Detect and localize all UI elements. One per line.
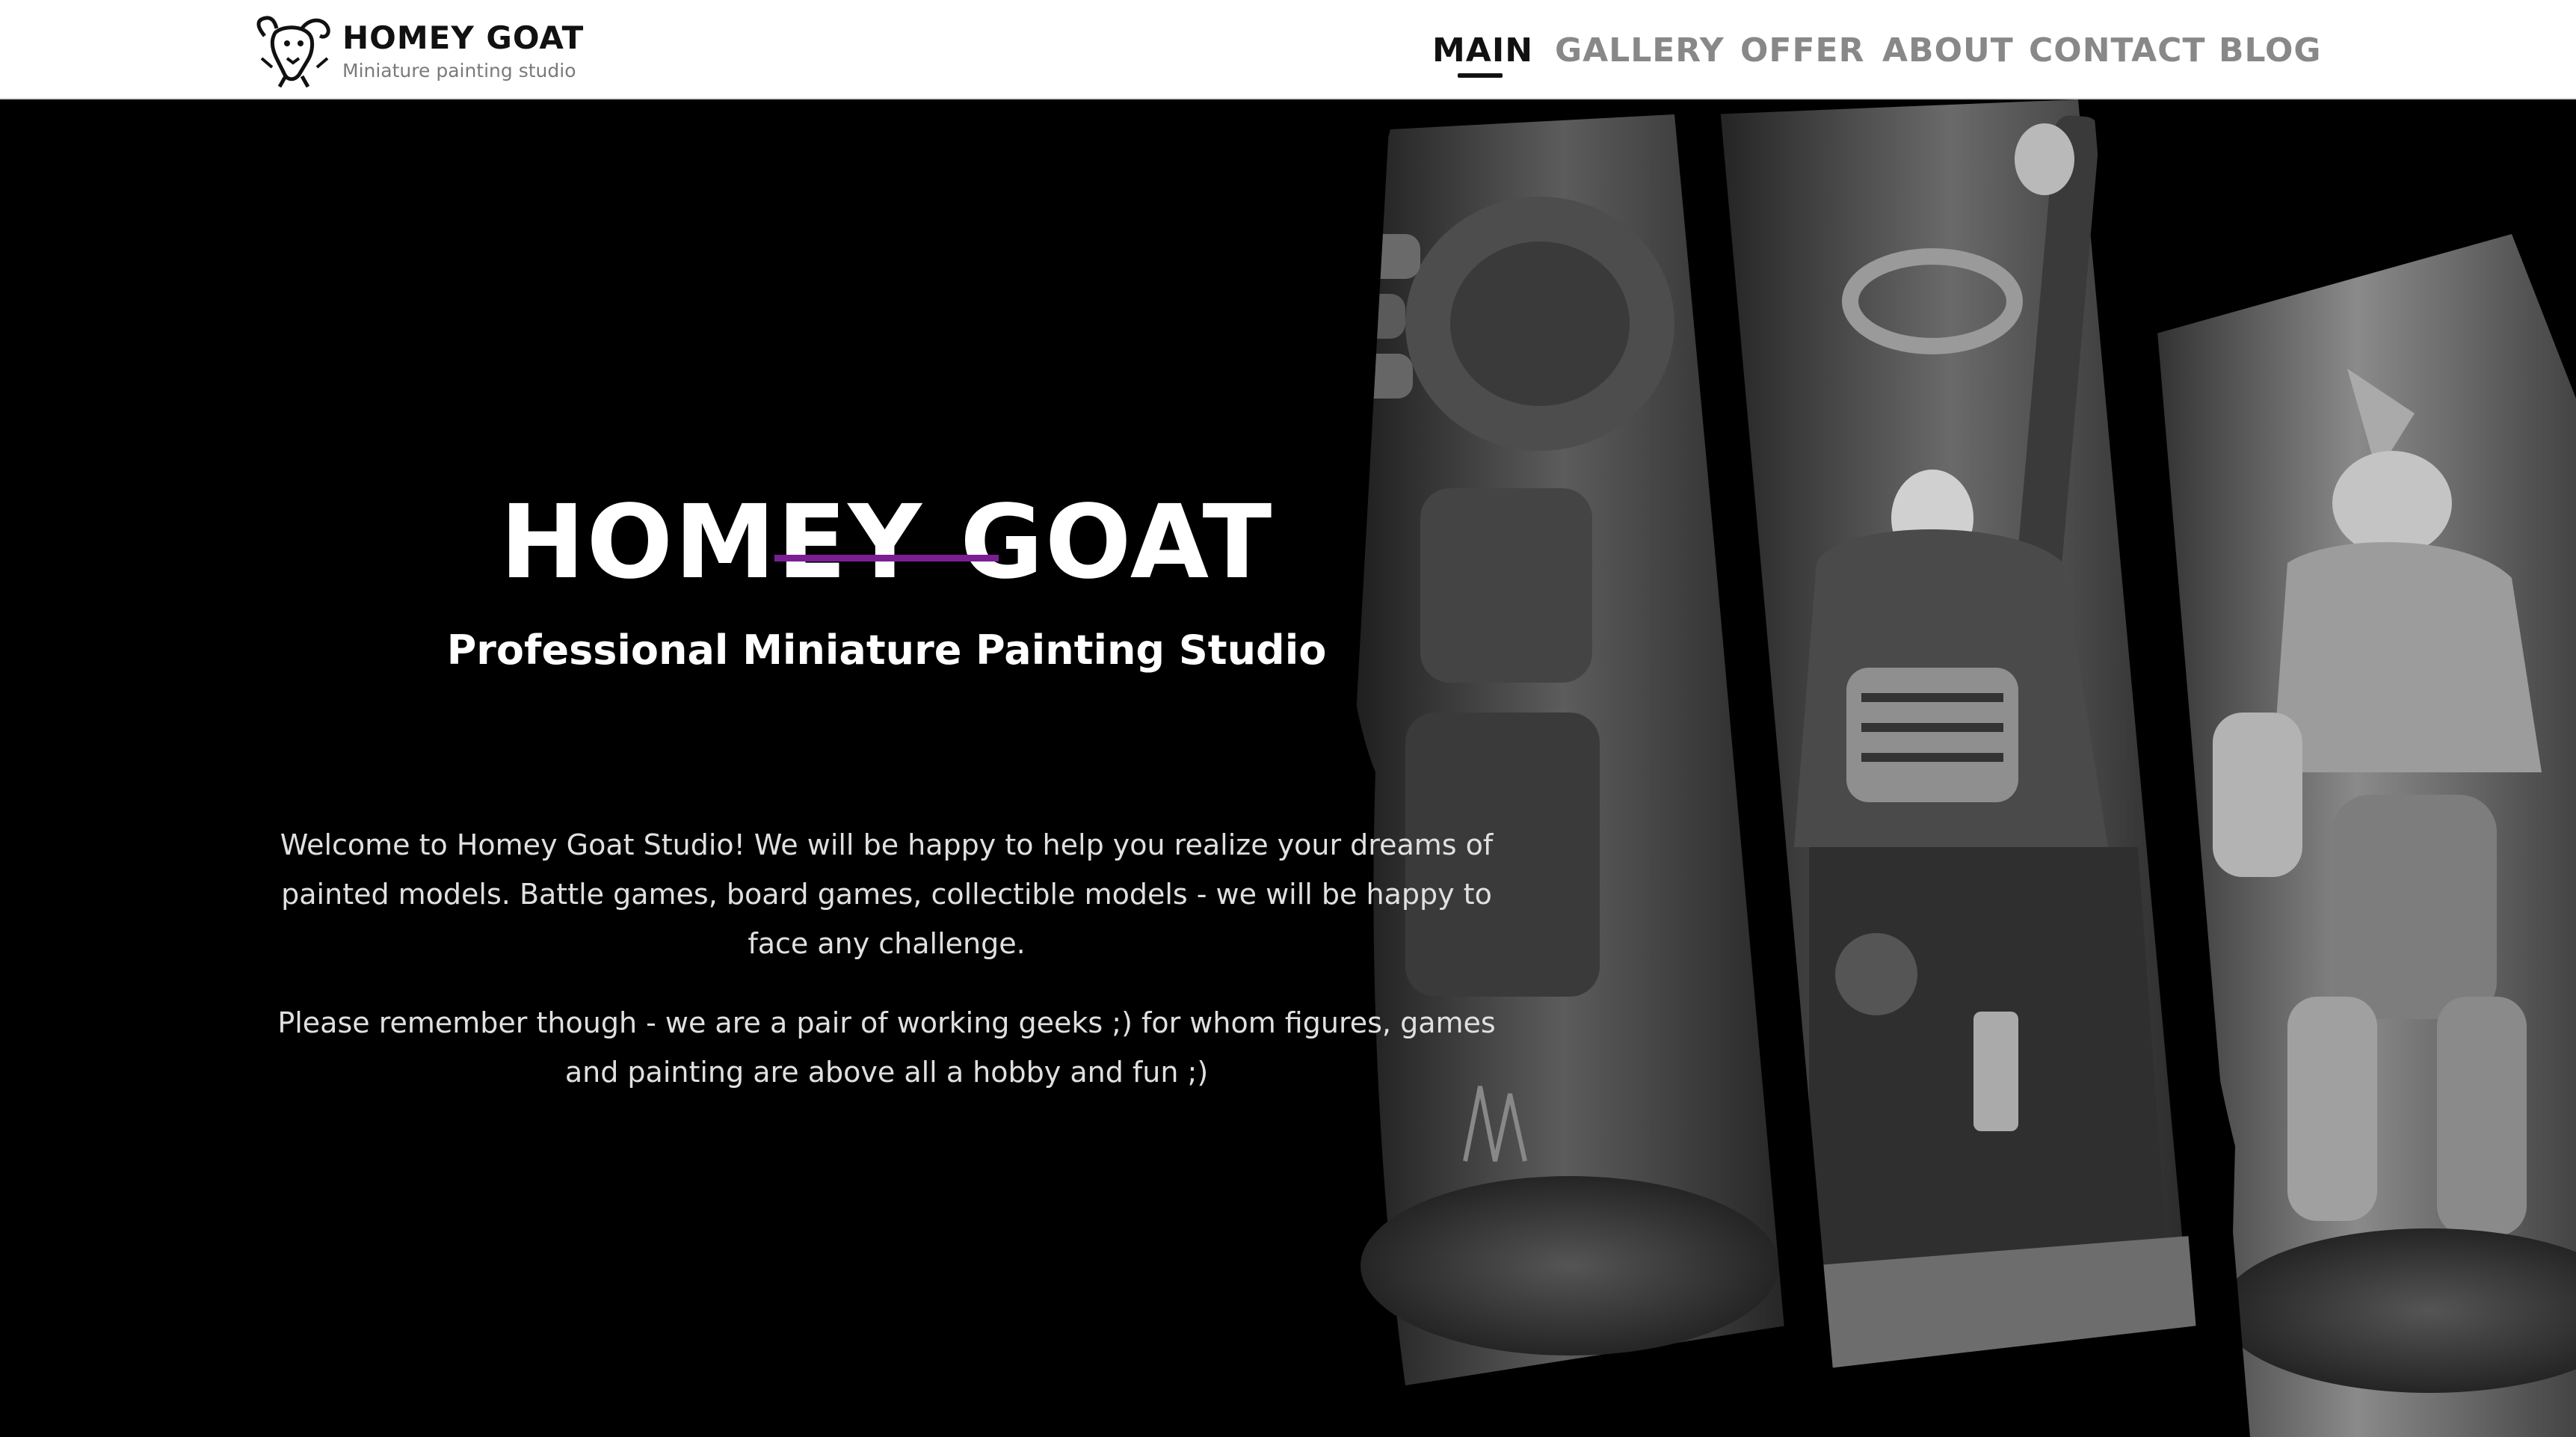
title-accent-divider: [774, 555, 999, 561]
nav-item-about[interactable]: ABOUT: [1882, 28, 2014, 73]
main-nav: MAIN GALLERY OFFER ABOUT CONTACT BLOG: [0, 0, 2576, 99]
hero-subtitle: Professional Miniature Painting Studio: [446, 626, 1327, 674]
hero-section: HOMEY GOAT Professional Miniature Painti…: [0, 99, 2576, 1437]
active-nav-indicator: [1458, 73, 1503, 78]
miniatures-image-strip: [1286, 99, 2576, 1437]
hero-title: HOMEY GOAT: [499, 484, 1274, 603]
site-header: HOMEY GOAT Miniature painting studio MAI…: [0, 0, 2576, 99]
nav-item-offer[interactable]: OFFER: [1740, 28, 1864, 73]
welcome-paragraph: Welcome to Homey Goat Studio! We will be…: [280, 828, 1494, 960]
nav-item-main[interactable]: MAIN: [1432, 28, 1533, 73]
nav-item-blog[interactable]: BLOG: [2219, 28, 2322, 73]
nav-item-contact[interactable]: CONTACT: [2029, 28, 2205, 73]
hobby-paragraph: Please remember though - we are a pair o…: [277, 1006, 1496, 1089]
nav-item-gallery[interactable]: GALLERY: [1555, 28, 1725, 73]
